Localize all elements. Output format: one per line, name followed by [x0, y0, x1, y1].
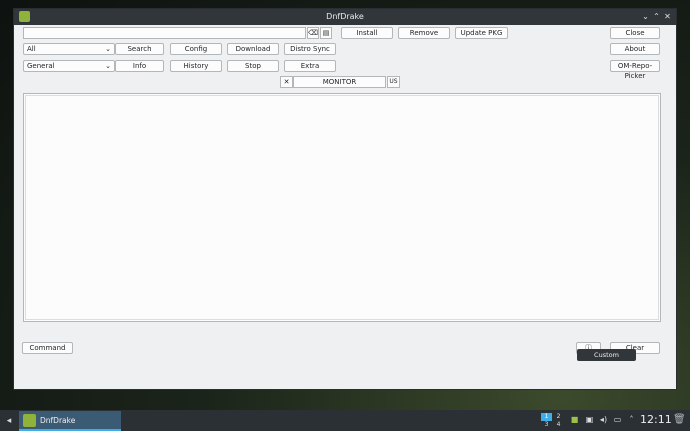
network-icon[interactable]: ▭ — [612, 414, 623, 426]
scope-select-value: All — [27, 45, 36, 53]
app-launcher-icon[interactable]: ◂ — [2, 414, 16, 428]
distro-sync-button[interactable]: Distro Sync — [284, 43, 336, 55]
stop-button[interactable]: Stop — [227, 60, 279, 72]
folder-icon[interactable]: ▤ — [320, 27, 332, 39]
about-button[interactable]: About — [610, 43, 660, 55]
category-select-value: General — [27, 62, 55, 70]
language-label: US — [387, 76, 400, 88]
close-icon[interactable]: ✕ — [662, 11, 673, 22]
clock[interactable]: 12:11 — [640, 413, 672, 426]
desktop-2[interactable]: 2 — [553, 413, 564, 421]
chevron-up-icon[interactable]: ⌃ — [651, 11, 662, 22]
category-select[interactable]: General ⌄ — [23, 60, 115, 72]
dnfdrake-tray-icon[interactable]: ■ — [569, 414, 580, 426]
dnfdrake-window: DnfDrake ⌄ ⌃ ✕ ⌫ ▤ Install Remove Update… — [13, 8, 677, 390]
chevron-up-icon[interactable]: ˄ — [626, 414, 637, 426]
info-button[interactable]: Info — [115, 60, 164, 72]
chevron-down-icon[interactable]: ⌄ — [640, 11, 651, 22]
search-button[interactable]: Search — [115, 43, 164, 55]
desktop-4[interactable]: 4 — [553, 421, 564, 429]
desktop-1[interactable]: 1 — [541, 413, 552, 421]
remove-button[interactable]: Remove — [398, 27, 450, 39]
config-button[interactable]: Config — [170, 43, 222, 55]
package-search-input[interactable] — [23, 27, 306, 39]
monitor-label: MONITOR — [293, 76, 386, 88]
close-button[interactable]: Close — [610, 27, 660, 39]
task-label: DnfDrake — [40, 416, 76, 425]
om-repo-picker-button[interactable]: OM-Repo-Picker — [610, 60, 660, 80]
command-button[interactable]: Command — [22, 342, 73, 354]
download-button[interactable]: Download — [227, 43, 279, 55]
custom-command-tooltip: Custom command — [577, 349, 636, 371]
chevron-down-icon: ⌄ — [105, 45, 111, 53]
clipboard-icon[interactable]: ▣ — [584, 414, 595, 426]
clear-text-icon[interactable]: ⌫ — [307, 27, 319, 39]
install-button[interactable]: Install — [341, 27, 393, 39]
extra-button[interactable]: Extra — [284, 60, 336, 72]
output-text-area-inner — [25, 95, 659, 320]
desktop-3[interactable]: 3 — [541, 421, 552, 429]
window-title: DnfDrake — [326, 12, 364, 21]
output-text-area[interactable] — [23, 93, 661, 322]
update-pkg-button[interactable]: Update PKG — [455, 27, 508, 39]
title-bar[interactable]: DnfDrake ⌄ ⌃ ✕ — [14, 9, 676, 25]
pin-icon[interactable]: ✕ — [280, 76, 293, 88]
dnfdrake-icon — [23, 414, 36, 427]
history-button[interactable]: History — [170, 60, 222, 72]
trash-icon[interactable]: 🗑 — [673, 413, 686, 427]
task-dnfdrake[interactable]: DnfDrake — [19, 411, 121, 431]
chevron-down-icon: ⌄ — [105, 62, 111, 70]
scope-select[interactable]: All ⌄ — [23, 43, 115, 55]
virtual-desktop-pager[interactable]: 1 2 3 4 — [541, 413, 564, 429]
volume-icon[interactable]: ◂) — [598, 414, 609, 426]
